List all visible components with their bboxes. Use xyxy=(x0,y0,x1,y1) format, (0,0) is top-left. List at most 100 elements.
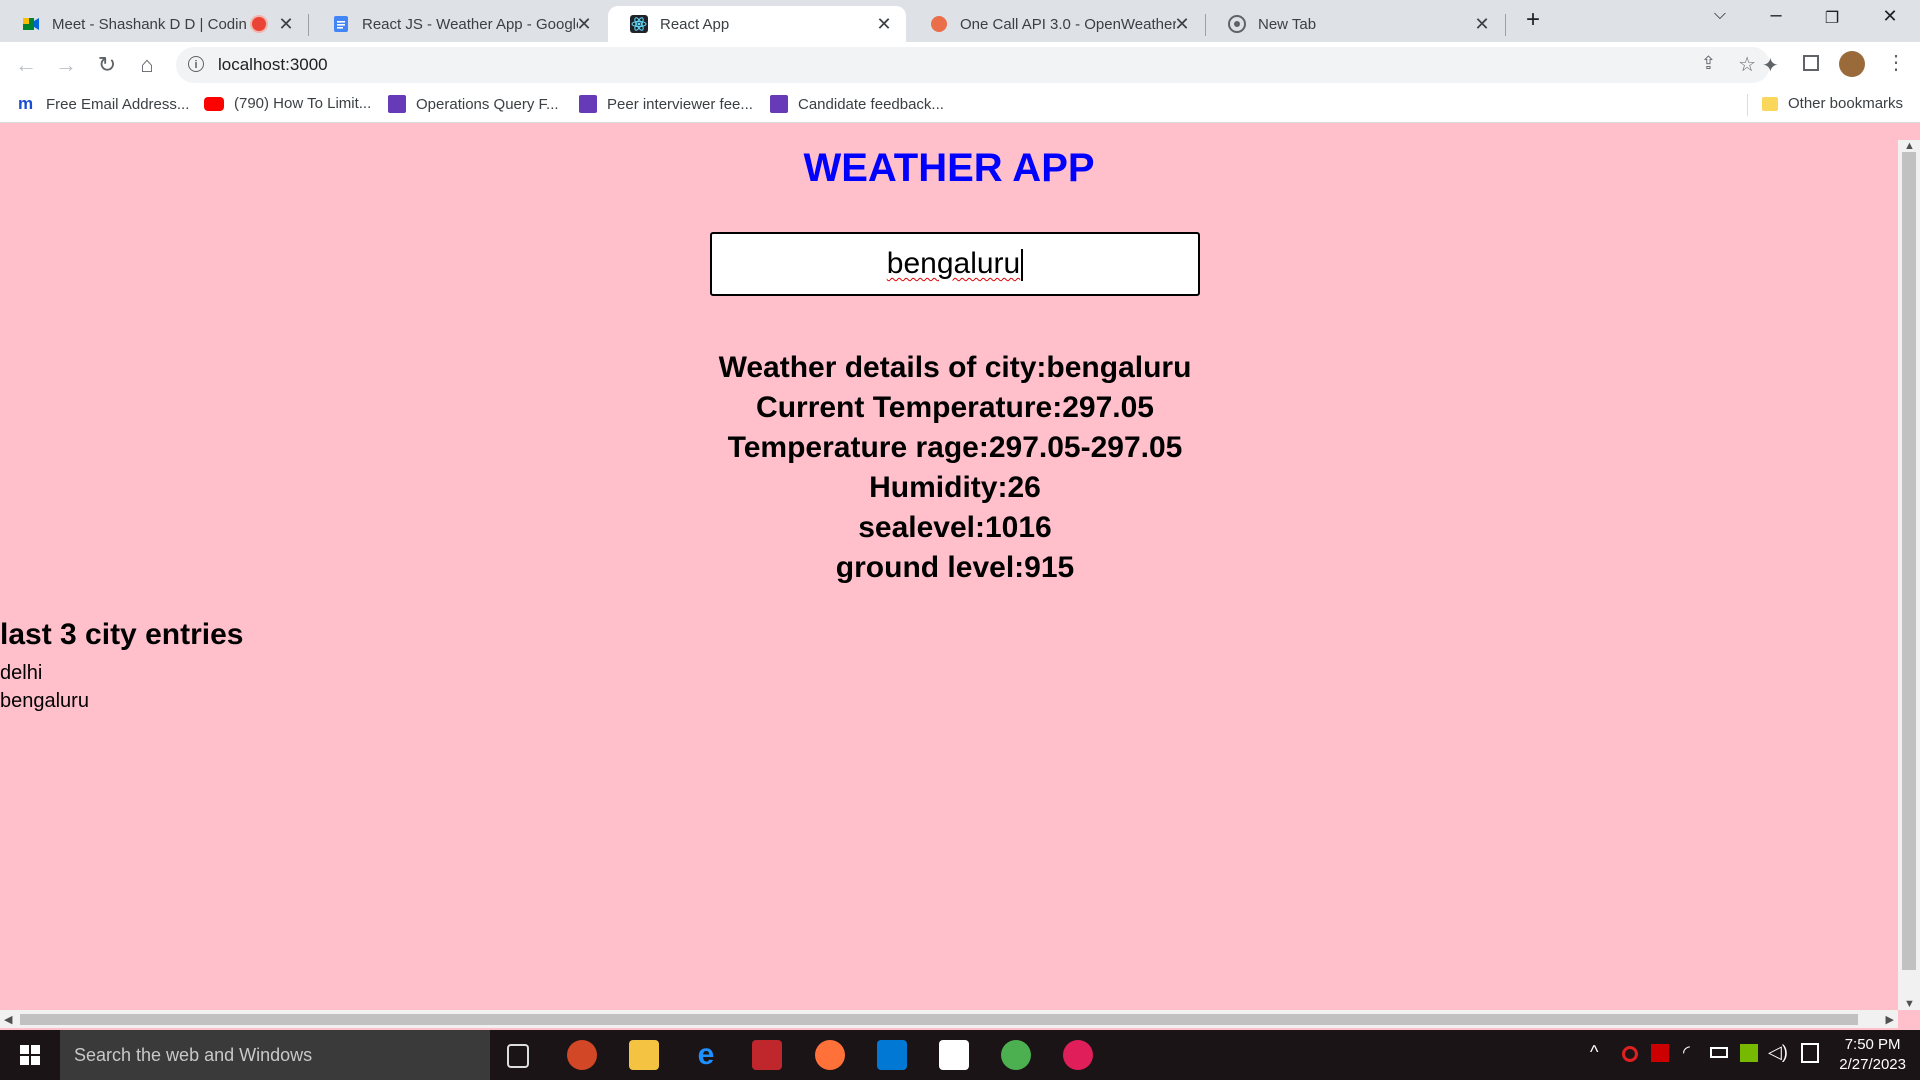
history-title: last 3 city entries xyxy=(0,618,244,651)
google-meet-icon xyxy=(22,15,40,33)
file-explorer-icon[interactable] xyxy=(629,1040,659,1070)
tab-meet[interactable]: Meet - Shashank D D | Codin ✕ xyxy=(0,6,308,42)
react-icon xyxy=(630,15,648,33)
taskbar-search[interactable]: Search the web and Windows xyxy=(60,1030,490,1080)
current-temperature: Current Temperature:297.05 xyxy=(756,391,1154,424)
history-item: delhi xyxy=(0,662,43,684)
sea-level: sealevel:1016 xyxy=(858,511,1052,544)
show-hidden-icons[interactable]: ^ xyxy=(1590,1042,1598,1063)
taskbar-clock[interactable]: 7:50 PM 2/27/2023 xyxy=(1839,1035,1906,1075)
forward-button[interactable]: → xyxy=(52,51,80,79)
tray-app-icon[interactable] xyxy=(1651,1044,1669,1062)
forms-icon xyxy=(770,95,788,113)
city-detail: Weather details of city:bengaluru xyxy=(718,351,1192,384)
clock-time: 7:50 PM xyxy=(1844,1036,1901,1053)
side-panel-icon[interactable] xyxy=(1803,55,1819,71)
bookmark-label: Candidate feedback... xyxy=(798,95,944,113)
humidity: Humidity:26 xyxy=(869,471,1041,504)
close-tab-icon[interactable]: ✕ xyxy=(574,14,594,35)
bookmark-item[interactable]: Peer interviewer fee... xyxy=(579,95,753,113)
tab-new-tab[interactable]: New Tab ✕ xyxy=(1206,6,1504,42)
store-icon[interactable] xyxy=(939,1040,969,1070)
site-info-icon[interactable]: i xyxy=(188,56,204,72)
battery-icon[interactable] xyxy=(1710,1047,1728,1058)
horizontal-scrollbar[interactable]: ◀ ▶ xyxy=(0,1010,1898,1028)
wifi-icon[interactable]: ◜ xyxy=(1683,1042,1690,1063)
chrome-icon[interactable] xyxy=(1001,1040,1031,1070)
tab-title: Meet - Shashank D D | Codin xyxy=(52,15,247,33)
address-bar[interactable]: i localhost:3000 ⇪ ☆ xyxy=(176,47,1770,83)
browser-toolbar: ← → ↻ ⌂ i localhost:3000 ⇪ ☆ ✦ ⋮ xyxy=(0,42,1920,88)
slack-icon[interactable] xyxy=(1063,1040,1093,1070)
temperature-range: Temperature rage:297.05-297.05 xyxy=(727,431,1183,464)
openweather-icon xyxy=(930,15,948,33)
nvidia-icon[interactable] xyxy=(1740,1044,1758,1062)
powerpoint-icon[interactable] xyxy=(567,1040,597,1070)
menu-icon[interactable]: ⋮ xyxy=(1886,50,1906,75)
home-button[interactable]: ⌂ xyxy=(133,51,161,79)
vscode-icon[interactable] xyxy=(877,1040,907,1070)
bookmark-label: (790) How To Limit... xyxy=(234,95,372,112)
bookmark-label: Peer interviewer fee... xyxy=(607,95,753,113)
city-search-input[interactable]: bengaluru xyxy=(710,232,1200,296)
bookmark-item[interactable]: (790) How To Limit... xyxy=(204,95,371,112)
recording-icon xyxy=(252,17,266,31)
share-icon[interactable]: ⇪ xyxy=(1701,53,1716,74)
tab-search-button[interactable]: ⌵ xyxy=(1698,6,1742,24)
scroll-left-icon[interactable]: ◀ xyxy=(4,1013,12,1026)
tab-title: New Tab xyxy=(1258,15,1317,33)
other-bookmarks[interactable]: Other bookmarks xyxy=(1762,95,1903,112)
tab-openweather[interactable]: One Call API 3.0 - OpenWeatherM ✕ xyxy=(908,6,1204,42)
edge-icon[interactable]: e xyxy=(691,1040,721,1070)
close-tab-icon[interactable]: ✕ xyxy=(1172,14,1192,35)
firefox-icon[interactable] xyxy=(815,1040,845,1070)
notification-icon[interactable] xyxy=(1801,1043,1819,1063)
windows-taskbar: Search the web and Windows e ^ ◜ ◁) 7:50… xyxy=(0,1030,1920,1080)
back-button[interactable]: ← xyxy=(12,51,40,79)
windows-start-icon[interactable] xyxy=(20,1045,40,1065)
forms-icon xyxy=(388,95,406,113)
tab-google-doc[interactable]: React JS - Weather App - Google ✕ xyxy=(310,6,606,42)
tab-react-app[interactable]: React App ✕ xyxy=(608,6,906,42)
reload-button[interactable]: ↻ xyxy=(93,51,121,79)
tab-title: One Call API 3.0 - OpenWeatherM xyxy=(960,15,1176,33)
scroll-down-icon[interactable]: ▼ xyxy=(1904,998,1915,1010)
folder-icon xyxy=(1762,96,1778,111)
opera-icon[interactable] xyxy=(1622,1046,1638,1062)
solidworks-icon[interactable] xyxy=(752,1040,782,1070)
close-tab-icon[interactable]: ✕ xyxy=(1472,14,1492,35)
tab-title: React App xyxy=(660,15,730,33)
task-view-icon[interactable] xyxy=(507,1044,529,1068)
new-tab-button[interactable]: + xyxy=(1511,6,1555,34)
profile-avatar[interactable] xyxy=(1839,51,1865,77)
vertical-scrollbar[interactable]: ▲ ▼ xyxy=(1898,140,1920,1010)
scrollbar-thumb[interactable] xyxy=(1902,152,1916,970)
scrollbar-thumb[interactable] xyxy=(20,1014,1858,1025)
close-tab-icon[interactable]: ✕ xyxy=(874,14,894,35)
clock-date: 2/27/2023 xyxy=(1839,1056,1906,1073)
tab-strip: Meet - Shashank D D | Codin ✕ React JS -… xyxy=(0,0,1920,42)
bookmarks-bar: m Free Email Address... (790) How To Lim… xyxy=(0,88,1920,123)
minimize-button[interactable]: – xyxy=(1754,4,1798,27)
other-bookmarks-label: Other bookmarks xyxy=(1788,95,1904,112)
weather-details: Weather details of city:bengaluru Curren… xyxy=(0,348,1910,588)
bookmark-star-icon[interactable]: ☆ xyxy=(1738,52,1756,77)
close-tab-icon[interactable]: ✕ xyxy=(276,14,296,35)
tab-title: React JS - Weather App - Google xyxy=(362,15,578,33)
history-item: bengaluru xyxy=(0,690,89,712)
page-content: WEATHER APP bengaluru Weather details of… xyxy=(0,140,1898,1010)
bookmark-item[interactable]: m Free Email Address... xyxy=(18,95,189,113)
bookmark-item[interactable]: Operations Query F... xyxy=(388,95,559,113)
volume-icon[interactable]: ◁) xyxy=(1768,1042,1788,1063)
text-caret xyxy=(1021,249,1024,282)
chrome-icon xyxy=(1228,15,1246,33)
google-docs-icon xyxy=(332,15,350,33)
scroll-right-icon[interactable]: ▶ xyxy=(1886,1013,1894,1026)
bookmark-item[interactable]: Candidate feedback... xyxy=(770,95,944,113)
extensions-icon[interactable]: ✦ xyxy=(1762,53,1779,78)
restore-button[interactable]: ❐ xyxy=(1810,8,1854,28)
close-window-button[interactable]: ✕ xyxy=(1868,6,1912,27)
url-text: localhost:3000 xyxy=(218,55,328,74)
scroll-up-icon[interactable]: ▲ xyxy=(1904,140,1915,152)
mail-m-icon: m xyxy=(18,94,34,113)
